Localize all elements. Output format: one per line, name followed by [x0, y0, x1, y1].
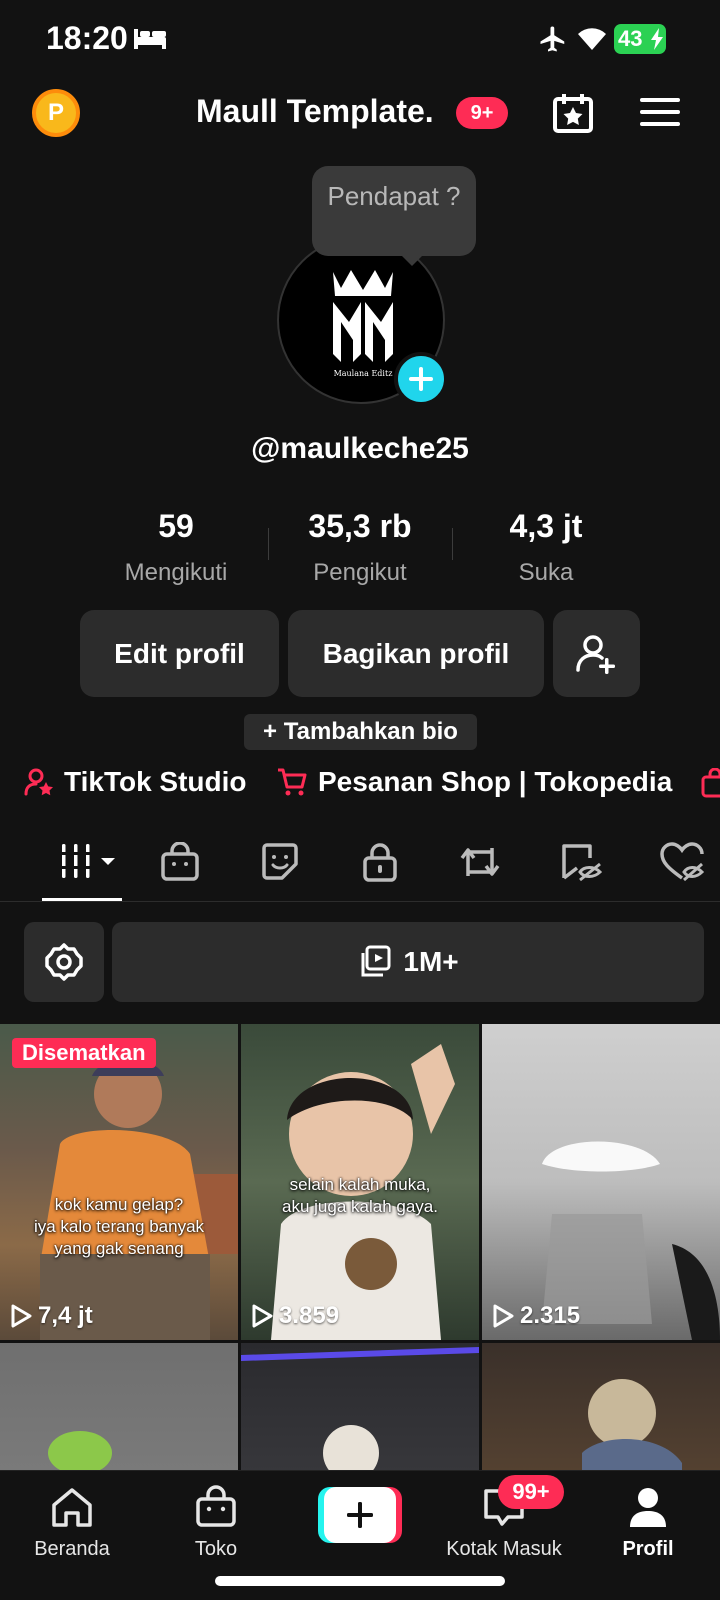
- video-thumbnail-art: [48, 1431, 112, 1473]
- collection-icon: [361, 945, 391, 977]
- share-profile-label: Bagikan profil: [322, 637, 510, 669]
- status-time: 18:20: [46, 20, 128, 56]
- tiktok-studio-label: TikTok Studio: [64, 766, 247, 797]
- tab-liked-hidden-icon[interactable]: [660, 842, 704, 882]
- find-friends-button[interactable]: [553, 610, 640, 697]
- home-indicator: [215, 1576, 505, 1586]
- charging-icon: [651, 28, 663, 50]
- tab-favorites-hidden-icon[interactable]: [560, 842, 604, 882]
- tab-private-lock-icon[interactable]: [360, 842, 400, 882]
- calendar-star-icon[interactable]: [552, 92, 594, 134]
- likes-count: 4,3 jt: [509, 508, 583, 544]
- view-count-value: 2.315: [520, 1302, 581, 1329]
- video-tile[interactable]: 2.315: [482, 1024, 720, 1340]
- grid-settings-button[interactable]: [24, 922, 104, 1002]
- collections-label: 1M+: [403, 946, 459, 977]
- nav-home-label: Beranda: [34, 1538, 110, 1560]
- following-stat[interactable]: 59 Mengikuti: [86, 508, 266, 587]
- video-thumbnail-art: [582, 1379, 682, 1473]
- video-caption: kok kamu gelap? iya kalo terang banyak y…: [0, 1194, 238, 1260]
- profile-tabs: [0, 826, 720, 902]
- followers-count: 35,3 rb: [308, 508, 412, 544]
- tab-videos-grid-icon[interactable]: [60, 842, 120, 882]
- tooltip-tail: [400, 254, 424, 266]
- account-notification-badge: 9+: [456, 97, 508, 129]
- collections-button[interactable]: 1M+: [112, 922, 704, 1002]
- tiktok-studio-link[interactable]: TikTok Studio: [24, 766, 247, 798]
- edit-profile-label: Edit profil: [114, 637, 245, 669]
- stat-divider: [268, 528, 269, 560]
- nav-home[interactable]: Beranda: [2, 1485, 142, 1561]
- share-profile-button[interactable]: Bagikan profil: [288, 610, 544, 697]
- likes-label: Suka: [518, 559, 574, 586]
- tooltip-text: Pendapat ?: [327, 181, 461, 211]
- bag-icon[interactable]: [700, 768, 720, 798]
- view-count: 2.315: [492, 1302, 580, 1330]
- likes-stat[interactable]: 4,3 jt Suka: [456, 508, 636, 587]
- gear-icon: [45, 943, 83, 981]
- following-count: 59: [158, 508, 194, 544]
- shop-orders-link[interactable]: Pesanan Shop | Tokopedia: [276, 766, 672, 798]
- coin-button[interactable]: P: [32, 89, 80, 137]
- tab-stickers-icon[interactable]: [260, 842, 300, 882]
- username: @maulkeche25: [251, 432, 469, 465]
- tab-shop-icon[interactable]: [160, 842, 200, 882]
- followers-label: Pengikut: [313, 559, 407, 586]
- play-icon: [493, 1304, 514, 1328]
- view-count: 3.859: [251, 1302, 339, 1330]
- nav-profile-label: Profil: [622, 1538, 674, 1560]
- avatar-caption: Maulana Editz: [334, 369, 393, 378]
- nav-shop[interactable]: Toko: [146, 1485, 286, 1561]
- pinned-badge: Disematkan: [12, 1038, 156, 1068]
- video-thumbnail-art: [542, 1141, 720, 1340]
- status-bar: 18:20 43: [0, 0, 720, 80]
- add-story-button[interactable]: [394, 352, 448, 406]
- tab-reposts-icon[interactable]: [458, 842, 502, 882]
- video-tile[interactable]: selain kalah muka, aku juga kalah gaya. …: [241, 1024, 479, 1340]
- video-caption-text: kok kamu gelap? iya kalo terang banyak y…: [33, 1195, 205, 1258]
- shop-bag-icon: [196, 1485, 236, 1527]
- account-title: Maull Template.: [196, 93, 434, 129]
- add-friend-icon: [575, 634, 615, 674]
- airplane-mode-icon: [540, 26, 565, 52]
- video-thumbnail-art: [241, 1347, 479, 1473]
- video-tile[interactable]: Disematkan kok kamu gelap? iya kalo tera…: [0, 1024, 238, 1340]
- view-count: 7,4 jt: [10, 1302, 93, 1330]
- shop-orders-label: Pesanan Shop | Tokopedia: [318, 766, 673, 797]
- account-switcher[interactable]: Maull Template.: [196, 93, 434, 130]
- add-bio-label: + Tambahkan bio: [263, 718, 458, 745]
- home-icon: [52, 1488, 92, 1527]
- coin-letter: P: [47, 99, 64, 126]
- profile-person-icon: [630, 1488, 666, 1527]
- video-caption-text: selain kalah muka, aku juga kalah gaya.: [282, 1175, 438, 1216]
- battery-indicator: 43: [614, 24, 666, 54]
- view-count-value: 3.859: [279, 1302, 340, 1329]
- nav-shop-label: Toko: [194, 1538, 238, 1560]
- create-button[interactable]: [318, 1487, 402, 1543]
- inbox-badge: 99+: [498, 1475, 564, 1509]
- plus-icon: [347, 1502, 373, 1528]
- battery-level: 43: [618, 26, 643, 51]
- wifi-icon: [578, 28, 606, 50]
- view-count-value: 7,4 jt: [38, 1302, 93, 1329]
- edit-profile-button[interactable]: Edit profil: [80, 610, 279, 697]
- studio-user-star-icon: [24, 768, 53, 796]
- stat-divider: [452, 528, 453, 560]
- cart-icon: [278, 768, 307, 796]
- followers-stat[interactable]: 35,3 rb Pengikut: [270, 508, 450, 587]
- play-icon: [11, 1304, 32, 1328]
- create-button-face: [324, 1487, 396, 1543]
- opinion-tooltip[interactable]: Pendapat ?: [312, 166, 476, 256]
- video-caption: selain kalah muka, aku juga kalah gaya.: [241, 1174, 479, 1218]
- add-bio-button[interactable]: + Tambahkan bio: [244, 714, 477, 750]
- nav-profile[interactable]: Profil: [578, 1485, 718, 1561]
- sleep-mode-icon: [134, 29, 166, 49]
- video-thumbnail-art: [40, 1059, 238, 1340]
- active-tab-indicator: [42, 898, 122, 901]
- nav-inbox-label: Kotak Masuk: [446, 1538, 562, 1560]
- following-label: Mengikuti: [124, 559, 228, 586]
- play-icon: [252, 1304, 273, 1328]
- plus-icon: [409, 367, 433, 391]
- menu-icon[interactable]: [640, 96, 680, 128]
